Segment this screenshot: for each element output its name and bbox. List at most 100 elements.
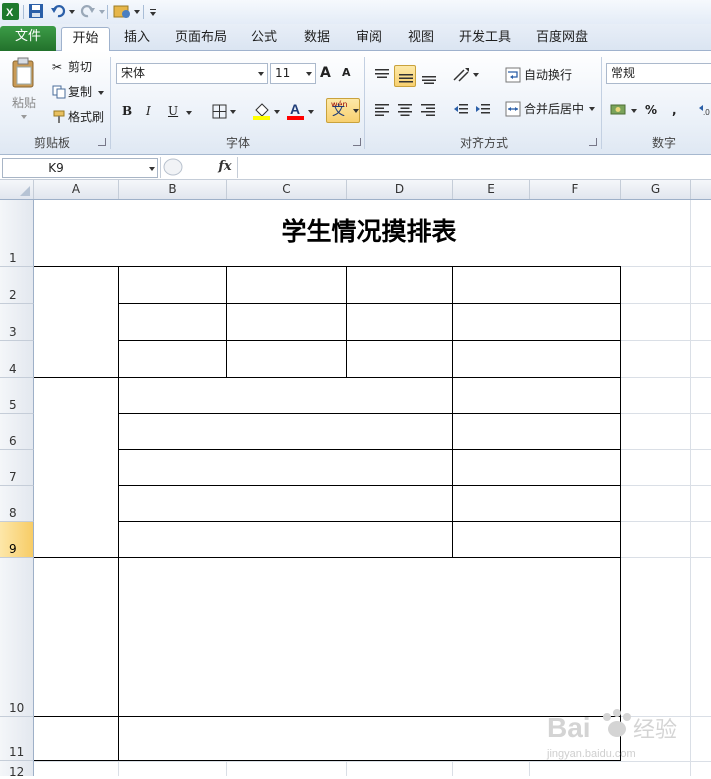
column-header[interactable]: B (119, 180, 227, 199)
tab-view[interactable]: 视图 (398, 27, 444, 51)
tab-baidu-netdisk[interactable]: 百度网盘 (527, 27, 597, 51)
row-header[interactable]: 8 (0, 486, 34, 522)
number-format-value: 常规 (611, 66, 636, 80)
align-left-button[interactable] (372, 100, 392, 120)
decrease-indent-icon (454, 104, 468, 114)
select-all-corner[interactable] (0, 180, 34, 199)
font-launcher-icon[interactable] (353, 138, 361, 146)
row-header[interactable]: 7 (0, 450, 34, 486)
sheet-grid[interactable] (34, 200, 711, 776)
row-header-active[interactable]: 9 (0, 522, 34, 558)
paste-button[interactable]: 粘贴 (6, 57, 42, 129)
copy-dropdown-icon[interactable] (98, 91, 104, 95)
column-header[interactable]: F (530, 180, 621, 199)
borders-button[interactable] (210, 102, 236, 122)
align-center-button[interactable] (395, 100, 415, 120)
grow-font-button[interactable]: A (320, 63, 336, 84)
row-header[interactable]: 1 (0, 200, 34, 267)
table-border (118, 521, 621, 522)
accounting-dropdown-icon[interactable] (631, 109, 637, 113)
tab-page-layout[interactable]: 页面布局 (168, 27, 234, 51)
align-top-button[interactable] (372, 65, 392, 85)
underline-dropdown-icon[interactable] (186, 111, 192, 115)
orientation-dropdown-icon[interactable] (473, 73, 479, 77)
save-icon[interactable] (28, 3, 45, 20)
alignment-group-label: 对齐方式 (459, 136, 508, 150)
undo-dropdown-icon[interactable] (69, 10, 75, 14)
tab-home[interactable]: 开始 (61, 27, 110, 52)
column-header[interactable]: C (227, 180, 347, 199)
row-header[interactable]: 12 (0, 761, 34, 779)
column-header[interactable]: G (621, 180, 691, 199)
underline-button[interactable]: U (168, 101, 182, 121)
shrink-font-icon: A (342, 66, 351, 79)
tab-review[interactable]: 审阅 (346, 27, 392, 51)
borders-dropdown-icon[interactable] (230, 110, 236, 114)
tab-formulas[interactable]: 公式 (241, 27, 287, 51)
cut-button[interactable]: ✂ 剪切 (50, 57, 110, 78)
redo-icon[interactable] (80, 3, 97, 20)
row-header[interactable]: 6 (0, 414, 34, 450)
accounting-format-button[interactable] (610, 100, 638, 120)
customize-qat-icon[interactable] (148, 3, 158, 20)
alignment-launcher-icon[interactable] (589, 138, 597, 146)
borders-icon (212, 104, 227, 119)
format-painter-button[interactable]: 格式刷 (50, 107, 110, 128)
phonetic-guide-button[interactable]: wén 文 (326, 98, 360, 123)
tab-file[interactable]: 文件 (0, 26, 56, 51)
row-header[interactable]: 10 (0, 558, 34, 717)
row-header[interactable]: 3 (0, 304, 34, 341)
grow-font-icon: A (320, 65, 331, 81)
align-bottom-button[interactable] (419, 65, 439, 85)
font-color-dropdown-icon[interactable] (308, 110, 314, 114)
row-header[interactable]: 2 (0, 267, 34, 304)
italic-button[interactable]: I (146, 101, 160, 121)
decrease-indent-button[interactable] (451, 100, 471, 120)
paste-dropdown-icon[interactable] (21, 115, 27, 119)
orientation-button[interactable] (451, 65, 481, 85)
font-size-combo[interactable]: 11 (270, 63, 316, 84)
column-header[interactable]: E (453, 180, 530, 199)
fill-color-dropdown-icon[interactable] (274, 110, 280, 114)
undo-icon[interactable] (50, 3, 67, 20)
name-box-dropdown-icon[interactable] (149, 167, 155, 171)
insert-function-button[interactable]: fx (214, 157, 236, 178)
name-box[interactable]: K9 (2, 158, 158, 178)
bold-button[interactable]: B (122, 101, 136, 121)
align-middle-button[interactable] (394, 65, 416, 87)
merge-center-dropdown-icon[interactable] (589, 107, 595, 111)
row-header[interactable]: 5 (0, 378, 34, 414)
align-right-button[interactable] (418, 100, 438, 120)
font-size-dropdown-icon[interactable] (306, 72, 312, 76)
accounting-icon (610, 104, 626, 115)
phonetic-dropdown-icon[interactable] (353, 109, 359, 113)
merge-center-label: 合并后居中 (524, 102, 585, 116)
row-header[interactable]: 11 (0, 717, 34, 761)
clipboard-launcher-icon[interactable] (98, 138, 106, 146)
wrap-text-button[interactable]: 自动换行 (503, 65, 593, 86)
table-border (346, 266, 347, 378)
shrink-font-button[interactable]: A (342, 63, 358, 84)
comma-button[interactable]: , (672, 100, 684, 120)
tab-developer[interactable]: 开发工具 (450, 27, 520, 51)
increase-decimal-button[interactable]: .0 (698, 100, 711, 120)
merge-center-button[interactable]: 合并后居中 (503, 99, 597, 120)
custom-tool-icon[interactable] (112, 3, 134, 20)
copy-button[interactable]: 复制 (50, 82, 110, 103)
column-header[interactable]: A (34, 180, 119, 199)
italic-icon: I (146, 104, 151, 118)
row-header[interactable]: 4 (0, 341, 34, 378)
font-color-button[interactable]: A (286, 101, 316, 123)
tab-data[interactable]: 数据 (294, 27, 340, 51)
increase-indent-button[interactable] (473, 100, 493, 120)
percent-button[interactable]: % (645, 100, 661, 120)
custom-tool-dropdown-icon[interactable] (134, 10, 140, 14)
font-name-combo[interactable]: 宋体 (116, 63, 268, 84)
column-header[interactable]: D (347, 180, 453, 199)
number-format-combo[interactable]: 常规 (606, 63, 711, 84)
tab-insert[interactable]: 插入 (114, 27, 160, 51)
orientation-icon (453, 68, 469, 82)
fill-color-button[interactable] (252, 101, 282, 123)
font-name-dropdown-icon[interactable] (258, 72, 264, 76)
formula-input[interactable] (237, 157, 711, 178)
